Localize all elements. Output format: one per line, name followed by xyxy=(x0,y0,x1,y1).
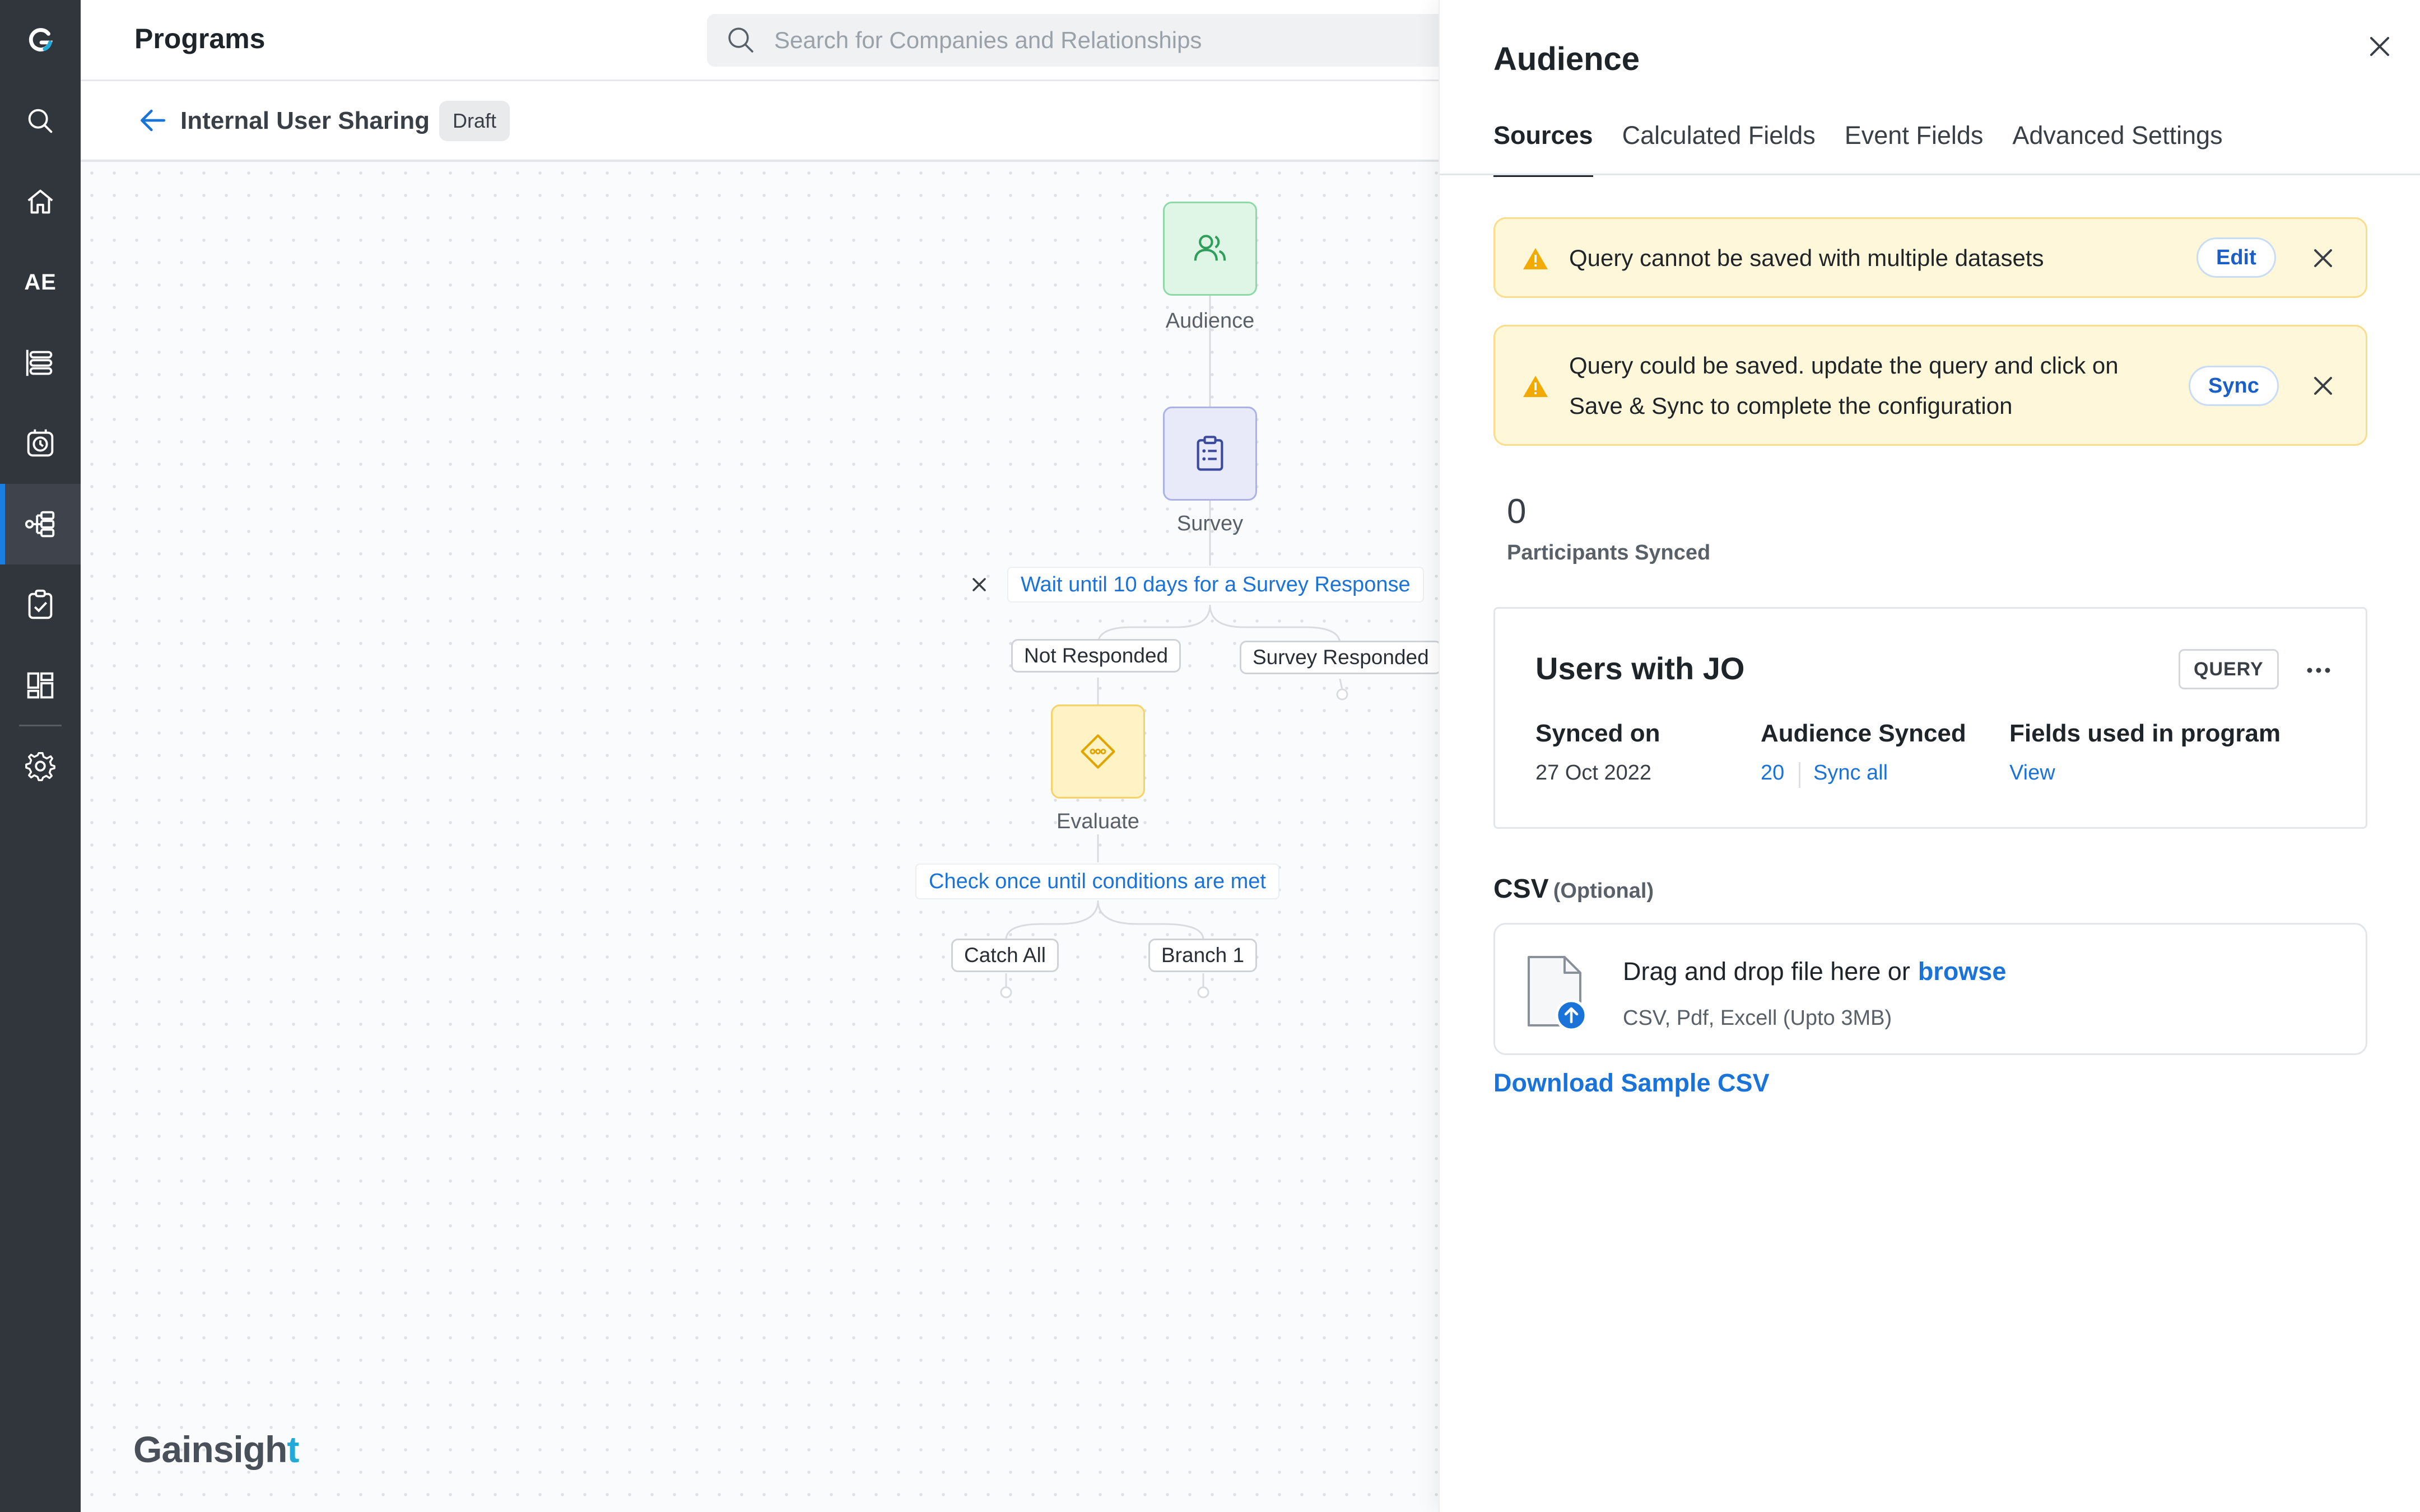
audience-synced-count[interactable]: 20 xyxy=(1761,761,1784,785)
sync-button[interactable]: Sync xyxy=(2189,366,2279,406)
remove-condition-icon[interactable] xyxy=(968,573,990,596)
survey-wait-condition[interactable]: Wait until 10 days for a Survey Response xyxy=(1007,567,1424,603)
audience-source-card: Users with JO QUERY Synced on 27 Oct 202… xyxy=(1493,607,2367,829)
close-icon[interactable] xyxy=(2366,32,2394,60)
sync-all-link[interactable]: Sync all xyxy=(1813,761,1888,785)
file-type-hint: CSV, Pdf, Excell (Upto 3MB) xyxy=(1623,1006,1892,1030)
value-divider xyxy=(1799,762,1800,788)
csv-section-title: CSV (Optional) xyxy=(1493,874,1654,904)
decision-diamond-icon xyxy=(1081,734,1115,769)
users-icon xyxy=(1194,235,1226,261)
evaluate-node[interactable] xyxy=(1051,704,1145,799)
dismiss-alert-icon[interactable] xyxy=(2311,374,2335,398)
warning-icon xyxy=(1523,248,1548,269)
synced-on-header: Synced on xyxy=(1535,720,1660,747)
more-options-icon[interactable] xyxy=(2302,659,2335,682)
download-sample-csv-link[interactable]: Download Sample CSV xyxy=(1493,1068,1770,1098)
survey-clipboard-icon xyxy=(1197,436,1223,471)
tab-event-fields[interactable]: Event Fields xyxy=(1845,118,1984,176)
csv-title: CSV xyxy=(1493,874,1549,904)
audience-synced-header: Audience Synced xyxy=(1761,720,1966,747)
query-badge: QUERY xyxy=(2179,649,2279,689)
edit-button[interactable]: Edit xyxy=(2196,237,2276,278)
alert-message-line2: Save & Sync to complete the configuratio… xyxy=(1569,393,2013,419)
browse-link[interactable]: browse xyxy=(1918,957,2007,986)
branch-1[interactable]: Branch 1 xyxy=(1148,939,1258,972)
alert-message-line1: Query could be saved. update the query a… xyxy=(1569,352,2119,379)
alert-message: Query cannot be saved with multiple data… xyxy=(1569,245,2044,271)
panel-tabs: Sources Calculated Fields Event Fields A… xyxy=(1493,118,2252,177)
tab-advanced-settings[interactable]: Advanced Settings xyxy=(2012,118,2222,176)
survey-node-label: Survey xyxy=(1176,512,1244,535)
tab-calculated-fields[interactable]: Calculated Fields xyxy=(1622,118,1816,176)
branch-not-responded[interactable]: Not Responded xyxy=(1011,639,1181,673)
branch-survey-responded[interactable]: Survey Responded xyxy=(1240,641,1442,674)
warning-icon xyxy=(1523,376,1548,397)
panel-title: Audience xyxy=(1493,41,1640,77)
evaluate-node-label: Evaluate xyxy=(1057,810,1139,833)
tab-sources[interactable]: Sources xyxy=(1493,118,1593,177)
audience-node[interactable] xyxy=(1163,202,1257,296)
brand-name-accent: t xyxy=(287,1429,299,1470)
alert-multiple-datasets: Query cannot be saved with multiple data… xyxy=(1493,217,2367,298)
tabs-divider xyxy=(1440,174,2420,175)
synced-on-value: 27 Oct 2022 xyxy=(1535,761,1652,785)
csv-drop-zone[interactable]: Drag and drop file here or browse CSV, Pd… xyxy=(1493,923,2367,1055)
audience-node-label: Audience xyxy=(1165,309,1255,333)
view-fields-link[interactable]: View xyxy=(2009,761,2055,785)
gainsight-brand-logo: Gainsight xyxy=(133,1428,299,1471)
evaluate-condition[interactable]: Check once until conditions are met xyxy=(915,864,1279,899)
brand-name: Gainsigh xyxy=(133,1429,287,1470)
survey-node[interactable] xyxy=(1163,407,1257,501)
source-title: Users with JO xyxy=(1535,651,1745,686)
dismiss-alert-icon[interactable] xyxy=(2311,246,2335,270)
alert-sync-configuration: Query could be saved. update the query a… xyxy=(1493,325,2367,446)
drop-text: Drag and drop file here or browse xyxy=(1623,957,2006,986)
fields-used-header: Fields used in program xyxy=(2009,720,2281,747)
audience-panel: Audience Sources Calculated Fields Event… xyxy=(1439,0,2420,1512)
drop-instruction: Drag and drop file here or xyxy=(1623,957,1910,986)
branch-catch-all[interactable]: Catch All xyxy=(951,939,1059,972)
file-upload-icon xyxy=(1528,956,1586,1032)
csv-optional: (Optional) xyxy=(1553,879,1654,903)
participants-count: 0 xyxy=(1507,492,1527,531)
participants-label: Participants Synced xyxy=(1507,541,1711,564)
